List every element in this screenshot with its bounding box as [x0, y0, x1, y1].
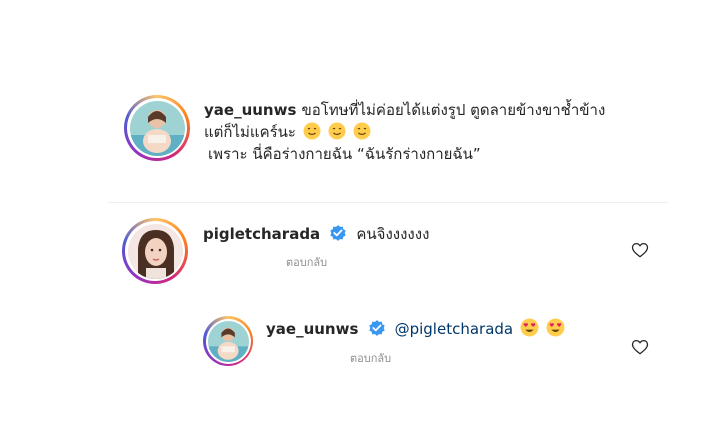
- smiling-face-icon: [303, 122, 321, 140]
- avatar-photo: [207, 320, 249, 362]
- like-heart-icon[interactable]: [631, 338, 649, 356]
- post-author-username[interactable]: yae_uunws: [204, 101, 296, 119]
- heart-eyes-emoji-icon: [546, 318, 565, 337]
- like-heart-icon[interactable]: [631, 241, 649, 259]
- reply-author-username[interactable]: yae_uunws: [266, 320, 358, 338]
- commenter-avatar[interactable]: [122, 218, 188, 284]
- divider: [108, 202, 668, 203]
- smiling-face-icon: [353, 122, 371, 140]
- avatar-photo: [129, 100, 185, 156]
- caption-text-line1: ขอโทษที่ไม่ค่อยได้แต่งรูป ตูดลายข้างขาช้…: [301, 101, 606, 119]
- verified-badge-icon: [368, 320, 385, 336]
- reply-button[interactable]: ตอบกลับ: [350, 349, 391, 367]
- commenter-username[interactable]: pigletcharada: [203, 225, 320, 243]
- caption-text-line3: เพราะ นี่คือร่างกายฉัน “ฉันรักร่างกายฉัน…: [208, 145, 481, 163]
- heart-eyes-emoji-icon: [520, 318, 539, 337]
- smiling-face-icon: [328, 122, 346, 140]
- caption-text-line2: แต่ก็ไม่แคร์นะ: [204, 123, 296, 141]
- post-author-avatar[interactable]: [124, 95, 190, 161]
- avatar-photo: [127, 223, 183, 279]
- mention-link[interactable]: @pigletcharada: [395, 320, 514, 338]
- verified-badge-icon: [330, 225, 346, 241]
- comment-text: คนจิงงงงงง: [356, 225, 430, 243]
- reply-author-avatar[interactable]: [203, 316, 253, 366]
- reply-button[interactable]: ตอบกลับ: [286, 253, 327, 271]
- smiling-face-emoji-group: [301, 122, 371, 141]
